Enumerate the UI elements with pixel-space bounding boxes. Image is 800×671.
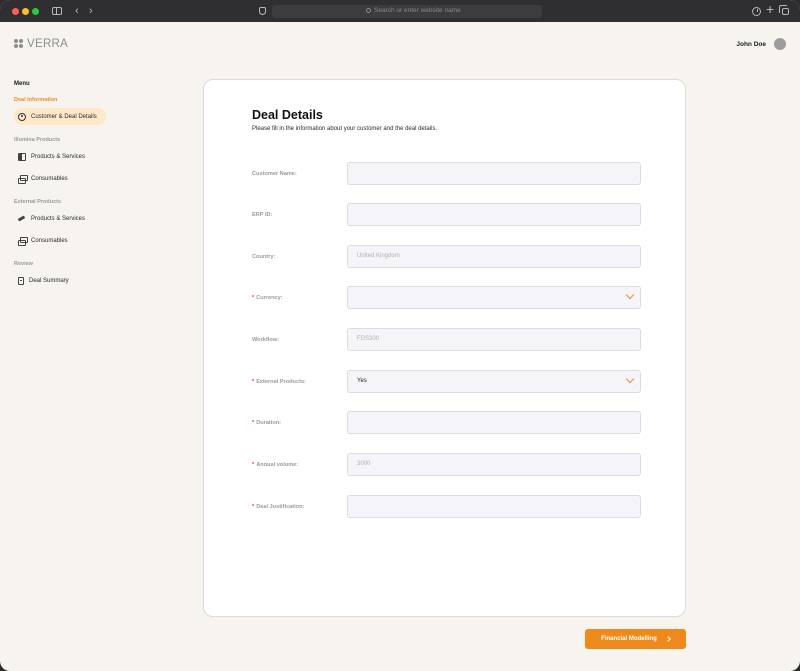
sidebar-item-label: Consumables xyxy=(31,237,68,244)
sidebar-item-illumina-products-services[interactable]: Products & Services xyxy=(14,148,94,165)
address-bar-placeholder: Search or enter website name xyxy=(374,7,461,14)
customer-name-label: Customer Name: xyxy=(252,171,297,177)
stack-icon xyxy=(18,174,28,184)
deal-justification-label: * Deal Justification: xyxy=(252,504,305,510)
page-subtitle: Please fill in the information about you… xyxy=(252,126,438,132)
logo-mark-icon xyxy=(14,39,24,49)
next-button-label: Financial Modelling xyxy=(601,636,657,642)
app-logo[interactable]: VERRA xyxy=(14,38,68,50)
minimize-window-button[interactable] xyxy=(22,8,29,15)
document-icon xyxy=(18,276,24,285)
sidebar-item-label: Customer & Deal Details xyxy=(31,113,97,120)
tab-overview-icon[interactable] xyxy=(779,5,789,15)
user-name: John Doe xyxy=(736,40,766,48)
erp-id-label: ERP ID: xyxy=(252,212,273,218)
chevron-right-icon xyxy=(664,636,671,642)
sidebar-item-external-consumables[interactable]: Consumables xyxy=(14,232,77,249)
sidebar-toggle-icon[interactable] xyxy=(52,7,62,15)
duration-field[interactable] xyxy=(347,411,641,434)
customer-name-field[interactable] xyxy=(347,162,641,185)
user-menu[interactable]: John Doe xyxy=(736,38,786,50)
annual-volume-placeholder: 3000 xyxy=(357,461,371,467)
erp-id-field[interactable] xyxy=(347,203,641,226)
external-products-label: * External Products: xyxy=(252,379,306,385)
workflow-placeholder: FDS300 xyxy=(357,336,380,342)
menu-title: Menu xyxy=(14,81,30,87)
browser-toolbar: ‹ › Search or enter website name + xyxy=(0,0,800,22)
annual-volume-field[interactable]: 3000 xyxy=(347,453,641,476)
address-bar[interactable]: Search or enter website name xyxy=(272,5,542,18)
avatar[interactable] xyxy=(774,38,786,50)
user-circle-icon xyxy=(18,112,26,121)
sidebar-item-deal-summary[interactable]: Deal Summary xyxy=(14,272,78,289)
privacy-shield-icon[interactable] xyxy=(259,7,266,15)
sidebar-item-label: Consumables xyxy=(31,175,68,182)
external-products-select[interactable]: Yes xyxy=(347,370,641,393)
new-tab-icon[interactable]: + xyxy=(766,2,774,16)
country-placeholder: United Kingdom xyxy=(357,253,400,259)
chevron-down-icon[interactable] xyxy=(625,374,635,384)
section-deal-information: Deal Information xyxy=(14,97,58,103)
logo-text: VERRA xyxy=(27,38,69,50)
app-window: ‹ › Search or enter website name + VERRA… xyxy=(0,0,800,671)
box-icon xyxy=(18,152,26,161)
sidebar-item-label: Products & Services xyxy=(31,153,86,160)
currency-select[interactable] xyxy=(347,286,641,309)
sidebar-item-external-products-services[interactable]: Products & Services xyxy=(14,210,94,227)
search-icon xyxy=(366,8,371,13)
currency-label: * Currency: xyxy=(252,295,283,301)
country-field[interactable]: United Kingdom xyxy=(347,245,641,268)
sidebar-item-label: Deal Summary xyxy=(29,277,69,284)
close-window-button[interactable] xyxy=(12,8,19,15)
workflow-field[interactable]: FDS300 xyxy=(347,328,641,351)
page-title: Deal Details xyxy=(252,108,323,122)
section-illumina-products: Illumina Products xyxy=(14,137,61,143)
chevron-down-icon[interactable] xyxy=(625,290,635,300)
back-arrow-icon[interactable]: ‹ xyxy=(75,5,79,17)
download-icon[interactable] xyxy=(752,7,761,16)
financial-modelling-button[interactable]: Financial Modelling xyxy=(585,629,686,649)
deal-justification-field[interactable] xyxy=(347,495,641,518)
sidebar-item-label: Products & Services xyxy=(31,215,86,222)
country-label: Country: xyxy=(252,254,276,260)
annual-volume-label: * Annual volume: xyxy=(252,462,299,468)
sidebar-item-customer-deal-details[interactable]: Customer & Deal Details xyxy=(14,108,106,125)
stack-icon xyxy=(18,236,28,246)
workflow-label: Workflow: xyxy=(252,337,279,343)
section-review: Review xyxy=(14,261,33,267)
pen-icon xyxy=(18,215,26,223)
section-external-products: External Products xyxy=(14,199,62,205)
sidebar-item-illumina-consumables[interactable]: Consumables xyxy=(14,170,77,187)
deal-details-card: Deal Details Please fill in the informat… xyxy=(203,79,686,617)
forward-arrow-icon[interactable]: › xyxy=(89,5,93,17)
external-products-value: Yes xyxy=(357,378,367,384)
maximize-window-button[interactable] xyxy=(32,8,39,15)
duration-label: * Duration: xyxy=(252,420,282,426)
